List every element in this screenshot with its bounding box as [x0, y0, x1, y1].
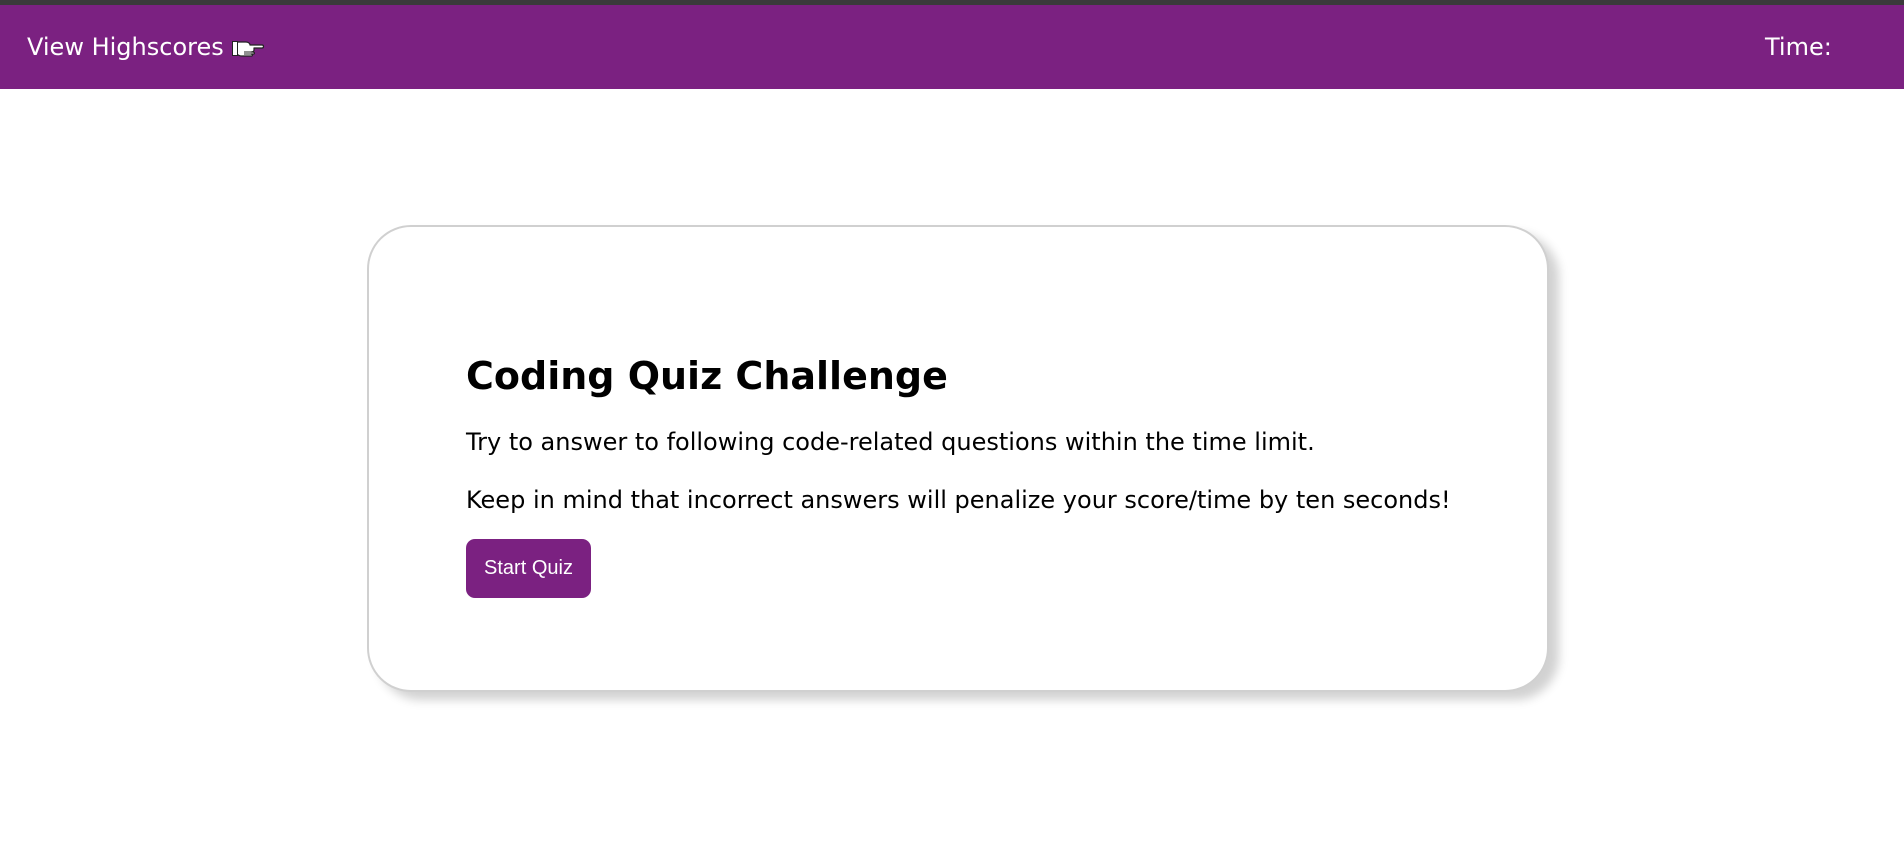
view-highscores-label: View Highscores	[27, 33, 224, 61]
start-quiz-button[interactable]: Start Quiz	[466, 539, 591, 598]
quiz-intro-card: Coding Quiz Challenge Try to answer to f…	[367, 225, 1549, 692]
timer-display: Time:	[1765, 33, 1838, 61]
intro-text-penalty: Keep in mind that incorrect answers will…	[466, 486, 1451, 514]
view-highscores-link[interactable]: View Highscores	[27, 33, 266, 61]
timer-label: Time:	[1765, 33, 1832, 61]
pointing-hand-icon	[231, 41, 264, 57]
top-navigation-bar: View Highscores Time:	[0, 5, 1904, 89]
intro-text-time-limit: Try to answer to following code-related …	[466, 428, 1315, 456]
quiz-title: Coding Quiz Challenge	[466, 354, 948, 398]
